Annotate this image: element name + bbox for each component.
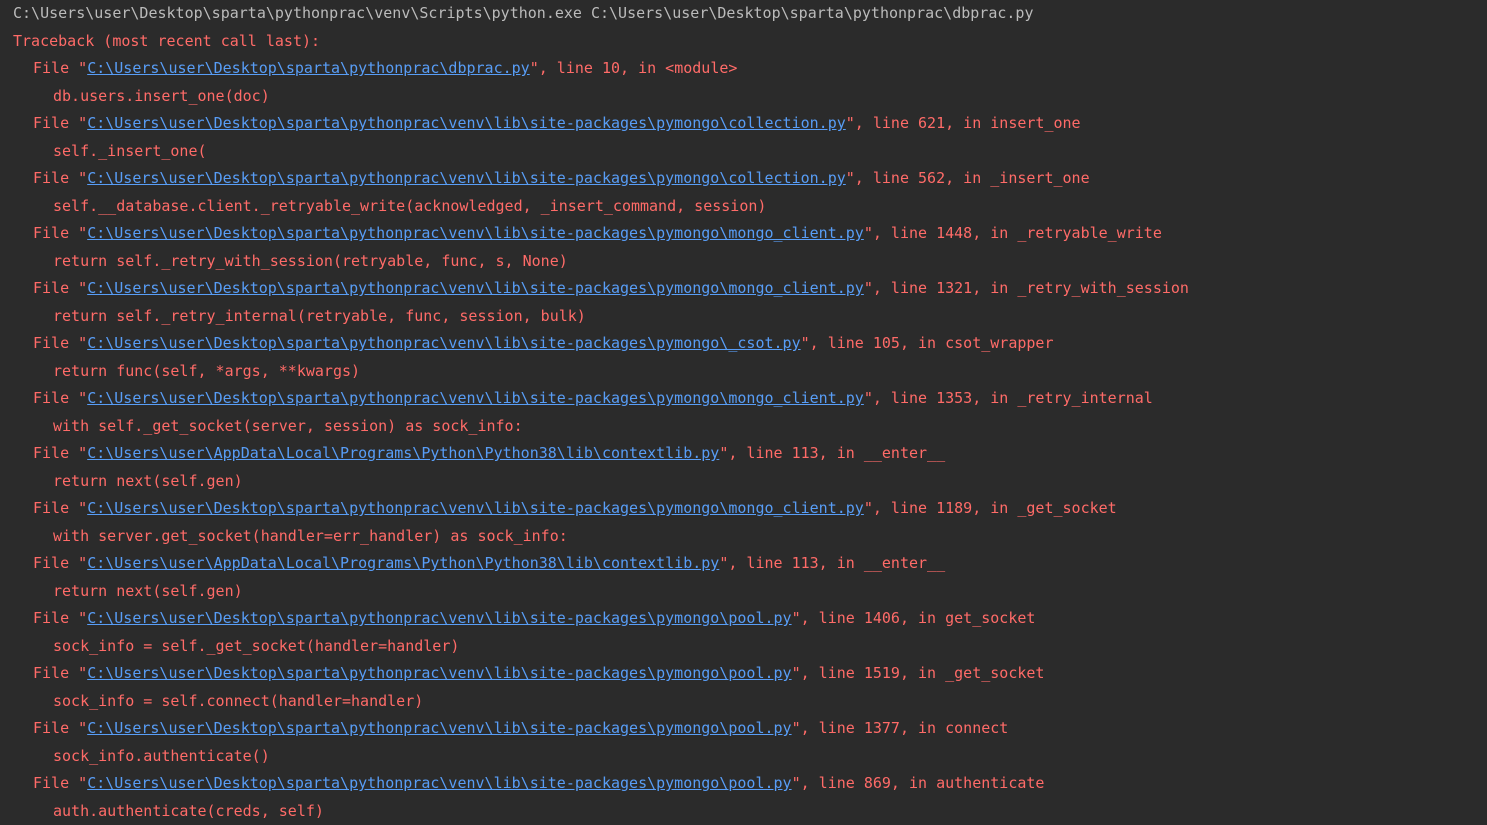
file-path-link[interactable]: C:\Users\user\Desktop\sparta\pythonprac\… bbox=[87, 664, 791, 682]
file-prefix: File " bbox=[33, 774, 87, 792]
file-line-info: ", line 621, in insert_one bbox=[846, 114, 1081, 132]
file-prefix: File " bbox=[33, 554, 87, 572]
file-prefix: File " bbox=[33, 169, 87, 187]
traceback-code-line: with self._get_socket(server, session) a… bbox=[13, 413, 1483, 441]
traceback-code-line: return next(self.gen) bbox=[13, 468, 1483, 496]
file-line-info: ", line 113, in __enter__ bbox=[719, 554, 945, 572]
file-path-link[interactable]: C:\Users\user\Desktop\sparta\pythonprac\… bbox=[87, 224, 864, 242]
file-line-info: ", line 1353, in _retry_internal bbox=[864, 389, 1153, 407]
traceback-file-line: File "C:\Users\user\Desktop\sparta\pytho… bbox=[13, 495, 1483, 523]
file-line-info: ", line 1321, in _retry_with_session bbox=[864, 279, 1189, 297]
file-path-link[interactable]: C:\Users\user\AppData\Local\Programs\Pyt… bbox=[87, 554, 719, 572]
file-prefix: File " bbox=[33, 499, 87, 517]
traceback-file-line: File "C:\Users\user\Desktop\sparta\pytho… bbox=[13, 605, 1483, 633]
file-prefix: File " bbox=[33, 224, 87, 242]
file-path-link[interactable]: C:\Users\user\Desktop\sparta\pythonprac\… bbox=[87, 719, 791, 737]
file-line-info: ", line 869, in authenticate bbox=[792, 774, 1045, 792]
traceback-code-line: self.__database.client._retryable_write(… bbox=[13, 193, 1483, 221]
traceback-header: Traceback (most recent call last): bbox=[13, 28, 1483, 56]
run-command-line: C:\Users\user\Desktop\sparta\pythonprac\… bbox=[13, 0, 1483, 28]
traceback-code-line: return next(self.gen) bbox=[13, 578, 1483, 606]
file-prefix: File " bbox=[33, 609, 87, 627]
traceback-file-line: File "C:\Users\user\Desktop\sparta\pytho… bbox=[13, 165, 1483, 193]
file-prefix: File " bbox=[33, 59, 87, 77]
traceback-file-line: File "C:\Users\user\AppData\Local\Progra… bbox=[13, 440, 1483, 468]
run-console-output: C:\Users\user\Desktop\sparta\pythonprac\… bbox=[13, 0, 1483, 825]
traceback-file-line: File "C:\Users\user\Desktop\sparta\pytho… bbox=[13, 110, 1483, 138]
file-prefix: File " bbox=[33, 664, 87, 682]
file-path-link[interactable]: C:\Users\user\Desktop\sparta\pythonprac\… bbox=[87, 499, 864, 517]
file-prefix: File " bbox=[33, 279, 87, 297]
traceback-file-line: File "C:\Users\user\Desktop\sparta\pytho… bbox=[13, 275, 1483, 303]
traceback-code-line: return self._retry_internal(retryable, f… bbox=[13, 303, 1483, 331]
traceback-file-line: File "C:\Users\user\Desktop\sparta\pytho… bbox=[13, 715, 1483, 743]
file-line-info: ", line 1377, in connect bbox=[792, 719, 1009, 737]
file-line-info: ", line 562, in _insert_one bbox=[846, 169, 1090, 187]
traceback-code-line: return func(self, *args, **kwargs) bbox=[13, 358, 1483, 386]
traceback-code-line: sock_info = self.connect(handler=handler… bbox=[13, 688, 1483, 716]
traceback-code-line: return self._retry_with_session(retryabl… bbox=[13, 248, 1483, 276]
file-path-link[interactable]: C:\Users\user\Desktop\sparta\pythonprac\… bbox=[87, 389, 864, 407]
traceback-file-line: File "C:\Users\user\AppData\Local\Progra… bbox=[13, 550, 1483, 578]
file-path-link[interactable]: C:\Users\user\Desktop\sparta\pythonprac\… bbox=[87, 59, 530, 77]
traceback-frames: File "C:\Users\user\Desktop\sparta\pytho… bbox=[13, 55, 1483, 825]
file-prefix: File " bbox=[33, 719, 87, 737]
traceback-code-line: self._insert_one( bbox=[13, 138, 1483, 166]
traceback-code-line: sock_info.authenticate() bbox=[13, 743, 1483, 771]
file-prefix: File " bbox=[33, 334, 87, 352]
traceback-file-line: File "C:\Users\user\Desktop\sparta\pytho… bbox=[13, 330, 1483, 358]
traceback-code-line: auth.authenticate(creds, self) bbox=[13, 798, 1483, 825]
file-prefix: File " bbox=[33, 444, 87, 462]
file-line-info: ", line 105, in csot_wrapper bbox=[801, 334, 1054, 352]
file-path-link[interactable]: C:\Users\user\Desktop\sparta\pythonprac\… bbox=[87, 334, 800, 352]
file-line-info: ", line 1189, in _get_socket bbox=[864, 499, 1117, 517]
traceback-file-line: File "C:\Users\user\Desktop\sparta\pytho… bbox=[13, 220, 1483, 248]
file-path-link[interactable]: C:\Users\user\Desktop\sparta\pythonprac\… bbox=[87, 114, 846, 132]
file-path-link[interactable]: C:\Users\user\Desktop\sparta\pythonprac\… bbox=[87, 279, 864, 297]
file-path-link[interactable]: C:\Users\user\Desktop\sparta\pythonprac\… bbox=[87, 169, 846, 187]
traceback-code-line: db.users.insert_one(doc) bbox=[13, 83, 1483, 111]
file-line-info: ", line 10, in <module> bbox=[530, 59, 738, 77]
file-line-info: ", line 1519, in _get_socket bbox=[792, 664, 1045, 682]
traceback-file-line: File "C:\Users\user\Desktop\sparta\pytho… bbox=[13, 385, 1483, 413]
file-line-info: ", line 1406, in get_socket bbox=[792, 609, 1036, 627]
traceback-file-line: File "C:\Users\user\Desktop\sparta\pytho… bbox=[13, 770, 1483, 798]
file-path-link[interactable]: C:\Users\user\Desktop\sparta\pythonprac\… bbox=[87, 774, 791, 792]
file-path-link[interactable]: C:\Users\user\AppData\Local\Programs\Pyt… bbox=[87, 444, 719, 462]
traceback-file-line: File "C:\Users\user\Desktop\sparta\pytho… bbox=[13, 55, 1483, 83]
traceback-file-line: File "C:\Users\user\Desktop\sparta\pytho… bbox=[13, 660, 1483, 688]
file-path-link[interactable]: C:\Users\user\Desktop\sparta\pythonprac\… bbox=[87, 609, 791, 627]
file-prefix: File " bbox=[33, 114, 87, 132]
traceback-code-line: sock_info = self._get_socket(handler=han… bbox=[13, 633, 1483, 661]
file-line-info: ", line 113, in __enter__ bbox=[719, 444, 945, 462]
file-prefix: File " bbox=[33, 389, 87, 407]
traceback-code-line: with server.get_socket(handler=err_handl… bbox=[13, 523, 1483, 551]
file-line-info: ", line 1448, in _retryable_write bbox=[864, 224, 1162, 242]
